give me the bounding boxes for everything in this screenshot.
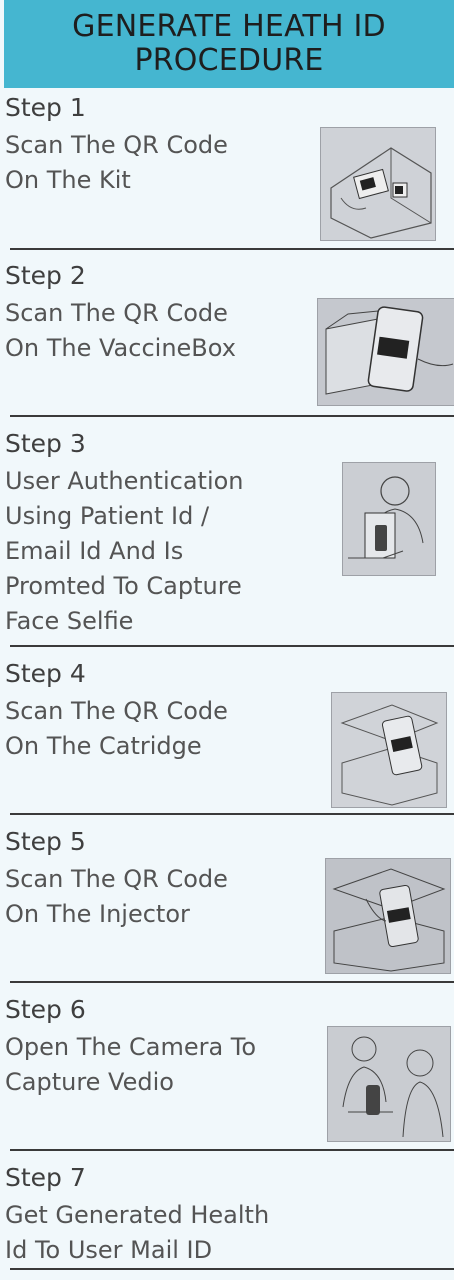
divider [10, 1149, 454, 1151]
step-title: Step 2 [5, 261, 86, 290]
camera-video-illustration [328, 1027, 450, 1141]
qr-scan-cartridge-icon [331, 692, 447, 808]
step-description-line: Scan The QR Code [5, 865, 228, 893]
step-description-line: On The VaccineBox [5, 334, 236, 362]
step-description: Scan The QR Code On The Kit [5, 128, 315, 198]
step-description: Scan The QR Code On The Injector [5, 862, 315, 932]
step-description-line: Face Selfie [5, 607, 134, 635]
divider [10, 248, 454, 250]
qr-scan-kit-icon [320, 127, 436, 241]
step-6: Step 6 Open The Camera To Capture Vedio [0, 994, 454, 1150]
step-2: Step 2 Scan The QR Code On The VaccineBo… [0, 260, 454, 416]
step-description: Scan The QR Code On The Catridge [5, 694, 315, 764]
qr-scan-vaccine-box-icon [317, 298, 454, 406]
step-description-line: Scan The QR Code [5, 299, 228, 327]
divider [10, 1268, 454, 1270]
qr-scan-vaccine-box-illustration [318, 299, 454, 405]
qr-scan-kit-illustration [321, 128, 435, 240]
step-7: Step 7 Get Generated Health Id To User M… [0, 1162, 454, 1270]
page-title-line-1: GENERATE HEATH ID [72, 9, 386, 44]
divider [10, 981, 454, 983]
step-description-line: Open The Camera To [5, 1033, 257, 1061]
step-description-line: User Authentication [5, 467, 244, 495]
step-description-line: Get Generated Health [5, 1201, 270, 1229]
step-title: Step 4 [5, 659, 86, 688]
step-description-line: Scan The QR Code [5, 131, 228, 159]
step-description: User Authentication Using Patient Id / E… [5, 464, 315, 639]
step-description-line: On The Injector [5, 900, 190, 928]
camera-video-icon [327, 1026, 451, 1142]
step-description-line: Scan The QR Code [5, 697, 228, 725]
divider [10, 415, 454, 417]
step-1: Step 1 Scan The QR Code On The Kit [0, 92, 454, 248]
page-title: GENERATE HEATH ID PROCEDURE [72, 10, 386, 78]
step-title: Step 3 [5, 429, 86, 458]
step-description: Open The Camera To Capture Vedio [5, 1030, 315, 1100]
qr-scan-injector-illustration [326, 859, 450, 973]
divider [10, 645, 454, 647]
step-description-line: Capture Vedio [5, 1068, 174, 1096]
face-selfie-icon [342, 462, 436, 576]
qr-scan-cartridge-illustration [332, 693, 446, 807]
step-description-line: Promted To Capture [5, 572, 242, 600]
step-description-line: Using Patient Id / [5, 502, 210, 530]
step-description-line: Email Id And Is [5, 537, 184, 565]
step-3: Step 3 User Authentication Using Patient… [0, 428, 454, 646]
face-selfie-illustration [343, 463, 435, 575]
step-title: Step 6 [5, 995, 86, 1024]
step-title: Step 1 [5, 93, 86, 122]
divider [10, 813, 454, 815]
page-title-line-2: PROCEDURE [134, 43, 324, 78]
step-description-line: On The Catridge [5, 732, 202, 760]
step-description: Scan The QR Code On The VaccineBox [5, 296, 315, 366]
step-description-line: Id To User Mail ID [5, 1236, 213, 1264]
step-title: Step 5 [5, 827, 86, 856]
page-header: GENERATE HEATH ID PROCEDURE [4, 0, 454, 88]
step-description-line: On The Kit [5, 166, 131, 194]
step-5: Step 5 Scan The QR Code On The Injector [0, 826, 454, 982]
step-title: Step 7 [5, 1163, 86, 1192]
step-4: Step 4 Scan The QR Code On The Catridge [0, 658, 454, 814]
step-description: Get Generated Health Id To User Mail ID [5, 1198, 385, 1268]
qr-scan-injector-icon [325, 858, 451, 974]
